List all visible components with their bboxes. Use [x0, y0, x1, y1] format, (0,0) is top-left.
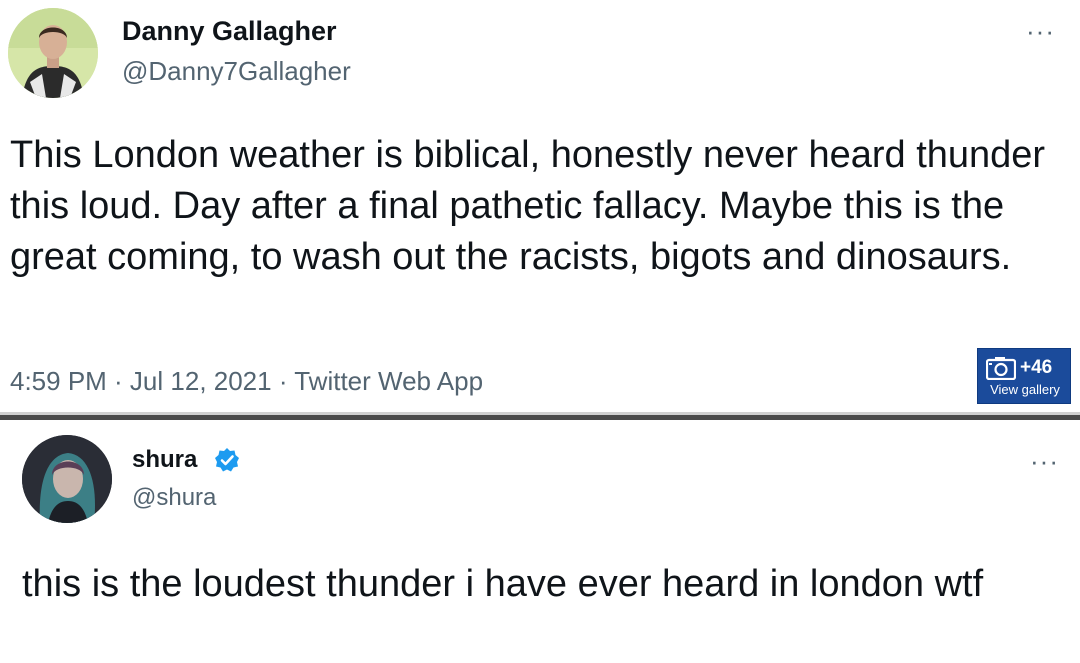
tweet-text: this is the loudest thunder i have ever … [22, 563, 984, 605]
avatar-woman-icon [22, 435, 112, 523]
verified-badge-icon [215, 448, 239, 472]
tweet-text: This London weather is biblical, honestl… [10, 134, 1046, 278]
author-handle[interactable]: @shura [132, 484, 216, 512]
author-avatar[interactable] [22, 435, 112, 523]
view-gallery-button[interactable]: +46 View gallery [977, 348, 1071, 404]
avatar-man-icon [8, 8, 98, 98]
more-options-icon[interactable]: ··· [1026, 18, 1055, 44]
author-handle[interactable]: @Danny7Gallagher [122, 56, 351, 87]
camera-icon [986, 357, 1016, 380]
author-name[interactable]: Danny Gallagher [122, 16, 337, 47]
gallery-label: View gallery [990, 382, 1060, 397]
author-name[interactable]: shura [132, 446, 197, 474]
more-options-icon[interactable]: ··· [1030, 448, 1059, 474]
tweet-timestamp[interactable]: 4:59 PM · Jul 12, 2021 · Twitter Web App [10, 366, 483, 397]
author-avatar[interactable] [8, 8, 98, 98]
tweet-card: Danny Gallagher @Danny7Gallagher ··· Thi… [0, 0, 1080, 412]
gallery-count: +46 [1020, 357, 1053, 378]
tweet-card: shura @shura ··· this is the loudest thu… [0, 420, 1080, 663]
